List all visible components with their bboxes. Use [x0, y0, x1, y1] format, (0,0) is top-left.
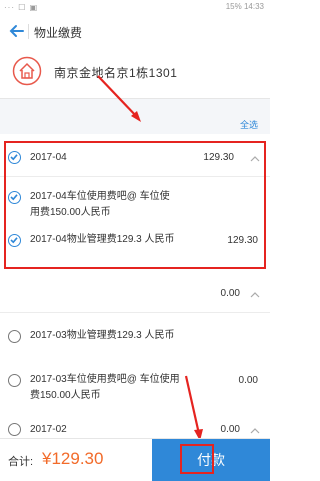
bill-item-label: 2017-04物业管理费129.3 人民币: [30, 234, 175, 245]
status-icons-left: ··· ☐ ▣: [4, 3, 39, 12]
checkbox-empty-icon[interactable]: [8, 423, 21, 436]
bill-item-label: 2017-03物业管理费129.3 人民币: [30, 330, 175, 341]
chevron-up-icon[interactable]: [250, 290, 260, 300]
total-label: 合计:: [8, 456, 34, 468]
bill-item-label: 2017-04车位使用费吧@ 车位使用费150.00人民币: [30, 191, 170, 218]
chevron-up-icon[interactable]: [250, 154, 260, 164]
back-arrow-icon[interactable]: [8, 22, 26, 40]
bill-item-parking-2017-04[interactable]: 2017-04车位使用费吧@ 车位使用费150.00人民币: [0, 185, 270, 221]
house-icon: [12, 56, 42, 86]
section-gap: [0, 99, 270, 134]
bill-item-parking-2017-03[interactable]: 2017-03车位使用费吧@ 车位使用费150.00人民币 0.00: [0, 370, 270, 406]
pay-button[interactable]: 付款: [152, 439, 270, 481]
checkbox-checked-icon[interactable]: [8, 151, 21, 164]
bill-group-collapsed[interactable]: 0.00: [0, 284, 270, 306]
footer-bar: 合计: ¥129.30 付款: [0, 438, 270, 481]
chevron-up-icon[interactable]: [250, 426, 260, 436]
address-bar: 南京金地名京1栋1301: [0, 48, 270, 99]
bill-item-amount: 129.30: [227, 235, 258, 246]
bill-item-property-2017-03[interactable]: 2017-03物业管理费129.3 人民币: [0, 326, 270, 362]
row-divider: [0, 176, 270, 177]
checkbox-checked-icon[interactable]: [8, 234, 21, 247]
group-amount: 0.00: [220, 424, 240, 435]
bill-group-2017-04[interactable]: 2017-04 129.30: [0, 145, 270, 171]
bill-item-label: 2017-03车位使用费吧@ 车位使用费150.00人民币: [30, 374, 180, 401]
status-icons-right: 15% 14:33: [225, 2, 264, 11]
checkbox-empty-icon[interactable]: [8, 330, 21, 343]
total-amount: ¥129.30: [42, 449, 104, 468]
header-divider: [28, 24, 29, 39]
checkbox-empty-icon[interactable]: [8, 374, 21, 387]
group-amount: 129.30: [203, 152, 234, 163]
bill-item-property-2017-04[interactable]: 2017-04物业管理费129.3 人民币 129.30: [0, 230, 270, 266]
address-text: 南京金地名京1栋1301: [54, 66, 178, 80]
page-title: 物业缴费: [34, 26, 83, 40]
select-all-link[interactable]: 全选: [240, 118, 258, 131]
bill-item-amount: 0.00: [238, 375, 258, 386]
checkbox-checked-icon[interactable]: [8, 191, 21, 204]
row-divider: [0, 312, 270, 313]
status-bar: ··· ☐ ▣ 15% 14:33: [0, 0, 270, 14]
header: 物业缴费: [0, 14, 270, 49]
group-amount: 0.00: [220, 288, 240, 299]
group-label: 2017-02: [30, 424, 67, 435]
bill-group-2017-02[interactable]: 2017-02 0.00: [0, 422, 270, 438]
group-label: 2017-04: [30, 152, 67, 163]
